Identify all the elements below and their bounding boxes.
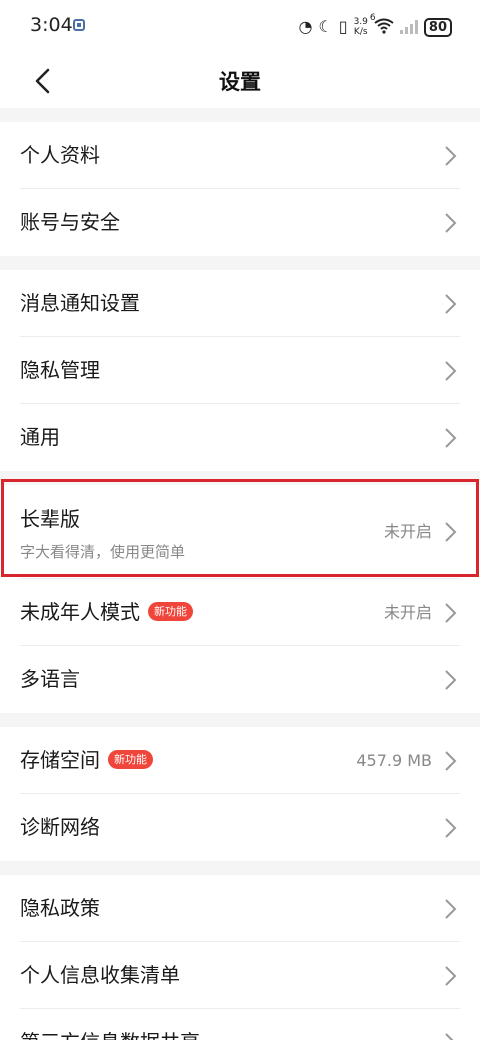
item-subtitle: 字大看得清，使用更简单 (20, 543, 186, 561)
vibrate-icon: ▯ (338, 17, 348, 36)
network-speed-value: 3.9 (353, 17, 368, 27)
item-label: 长辈版 (20, 507, 80, 531)
chevron-right-icon (445, 966, 457, 986)
settings-item-third-party-sharing[interactable]: 第三方信息数据共享 (0, 1009, 480, 1040)
item-label-text: 存储空间 (20, 748, 100, 772)
item-value: 457.9 MB (356, 751, 432, 770)
settings-item-profile[interactable]: 个人资料 (0, 122, 480, 189)
battery-icon: 80 (423, 17, 452, 37)
data-saver-icon: ◔ (298, 17, 313, 36)
chevron-right-icon (445, 751, 457, 771)
chevron-right-icon (445, 603, 457, 623)
chevron-right-icon (445, 146, 457, 166)
settings-item-minor-mode[interactable]: 未成年人模式 新功能 未开启 (0, 579, 480, 646)
chevron-right-icon (445, 670, 457, 690)
chevron-right-icon (445, 361, 457, 381)
settings-item-diagnose-network[interactable]: 诊断网络 (0, 794, 480, 861)
new-feature-badge: 新功能 (148, 602, 193, 621)
section-gap (0, 256, 480, 270)
wifi-label: 6 (369, 12, 376, 23)
item-value: 未开启 (383, 603, 432, 622)
page-title: 设置 (219, 70, 261, 94)
new-feature-badge: 新功能 (108, 750, 153, 769)
item-label: 个人资料 (20, 143, 100, 167)
chevron-right-icon (445, 294, 457, 314)
settings-item-elder-mode[interactable]: 长辈版 字大看得清，使用更简单 未开启 (0, 485, 480, 579)
signal-icon (399, 20, 418, 34)
chevron-right-icon (445, 1033, 454, 1040)
status-icons: ◔ ☾ ▯ 3.9 K/s 6 80 (298, 13, 452, 40)
item-label: 诊断网络 (20, 815, 100, 839)
settings-item-language[interactable]: 多语言 (0, 646, 480, 713)
chevron-right-icon (445, 522, 457, 542)
item-label: 消息通知设置 (20, 291, 140, 315)
item-label: 存储空间 新功能 (20, 727, 153, 794)
chevron-right-icon (445, 818, 457, 838)
settings-item-general[interactable]: 通用 (0, 404, 480, 471)
item-value: 未开启 (383, 522, 432, 541)
settings-item-notifications[interactable]: 消息通知设置 (0, 270, 480, 337)
app-notification-icon (73, 19, 85, 31)
settings-item-privacy[interactable]: 隐私管理 (0, 337, 480, 404)
settings-item-storage[interactable]: 存储空间 新功能 457.9 MB (0, 727, 480, 794)
item-label: 多语言 (20, 667, 80, 691)
wifi-icon: 6 (370, 13, 394, 37)
settings-item-account[interactable]: 账号与安全 (0, 189, 480, 256)
section-gap (0, 108, 480, 122)
item-label: 账号与安全 (20, 210, 120, 234)
settings-item-privacy-policy[interactable]: 隐私政策 (0, 875, 480, 942)
item-label: 隐私管理 (20, 358, 100, 382)
network-speed: 3.9 K/s (354, 17, 368, 37)
item-label: 隐私政策 (20, 896, 100, 920)
moon-icon: ☾ (318, 17, 333, 36)
item-label-text: 未成年人模式 (20, 600, 140, 624)
chevron-right-icon (445, 899, 457, 919)
network-speed-unit: K/s (353, 27, 368, 37)
item-label: 通用 (20, 425, 60, 449)
nav-bar: 设置 (0, 54, 480, 108)
item-label: 第三方信息数据共享 (20, 1009, 200, 1040)
section-gap (0, 713, 480, 727)
settings-list: 个人资料 账号与安全 消息通知设置 隐私管理 通用 长辈版 字大看得清，使用更简… (0, 108, 480, 1040)
item-label: 未成年人模式 新功能 (20, 579, 193, 646)
item-label: 个人信息收集清单 (20, 963, 180, 987)
settings-item-info-collection[interactable]: 个人信息收集清单 (0, 942, 480, 1009)
status-bar: 3:04 ◔ ☾ ▯ 3.9 K/s 6 80 (0, 0, 480, 54)
section-gap (0, 861, 480, 875)
section-gap (0, 471, 480, 485)
chevron-right-icon (445, 428, 457, 448)
chevron-right-icon (445, 213, 457, 233)
status-time: 3:04 (30, 14, 73, 36)
